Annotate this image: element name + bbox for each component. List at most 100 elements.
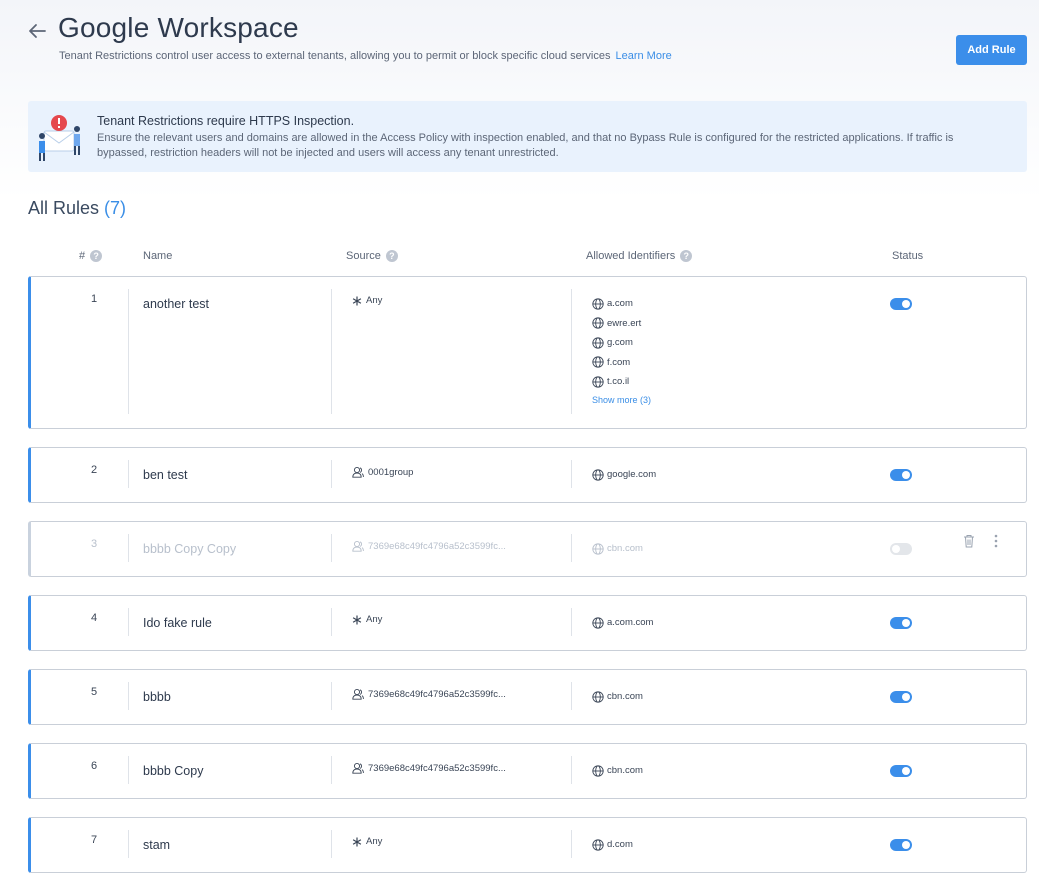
- column-divider: [128, 756, 129, 784]
- rule-row[interactable]: 2 ben test 0001group google.com: [28, 447, 1027, 503]
- identifier-item: a.com.com: [592, 613, 653, 633]
- identifier-label: ewre.ert: [607, 317, 642, 329]
- rule-row[interactable]: 4 Ido fake rule Any a.com.com: [28, 595, 1027, 651]
- identifier-item: t.co.il: [592, 372, 651, 392]
- rule-name[interactable]: ben test: [143, 468, 187, 482]
- back-arrow-icon[interactable]: [26, 20, 48, 42]
- help-icon[interactable]: ?: [680, 250, 693, 262]
- column-divider: [331, 682, 332, 710]
- globe-icon: [592, 765, 604, 777]
- identifier-label: cbn.com: [607, 543, 643, 555]
- status-toggle[interactable]: [890, 691, 912, 703]
- rule-source: 7369e68c49fc4796a52c3599fc...: [352, 540, 506, 552]
- column-label: Allowed Identifiers: [586, 250, 676, 262]
- globe-icon: [592, 691, 604, 703]
- globe-icon: [592, 317, 604, 329]
- column-divider: [331, 534, 332, 562]
- column-divider: [128, 534, 129, 562]
- globe-icon: [592, 356, 604, 368]
- show-more-link[interactable]: Show more (3): [592, 395, 651, 405]
- identifier-label: g.com: [607, 337, 633, 349]
- column-divider: [571, 756, 572, 784]
- page-header: Google Workspace Tenant Restrictions con…: [0, 0, 1039, 90]
- asterisk-icon: [352, 837, 362, 846]
- identifier-item: d.com: [592, 835, 633, 855]
- rule-source: 7369e68c49fc4796a52c3599fc...: [352, 762, 506, 774]
- help-icon[interactable]: ?: [385, 250, 398, 262]
- globe-icon: [592, 337, 604, 349]
- column-divider: [128, 460, 129, 488]
- identifier-label: cbn.com: [607, 765, 643, 777]
- rule-number: 4: [90, 612, 98, 624]
- globe-icon: [592, 617, 604, 629]
- column-divider: [571, 830, 572, 858]
- identifier-label: f.com: [607, 356, 631, 368]
- rule-name[interactable]: bbbb: [143, 690, 171, 704]
- rules-count: (7): [104, 198, 127, 218]
- rule-name[interactable]: bbbb Copy: [143, 764, 203, 778]
- column-divider: [331, 608, 332, 636]
- trash-icon[interactable]: [963, 534, 975, 548]
- column-divider: [571, 534, 572, 562]
- source-label: 7369e68c49fc4796a52c3599fc...: [368, 762, 506, 774]
- column-header-status: Status: [892, 250, 923, 262]
- source-label: 7369e68c49fc4796a52c3599fc...: [368, 540, 506, 552]
- status-toggle[interactable]: [890, 298, 912, 310]
- asterisk-icon: [352, 615, 362, 624]
- rule-number: 6: [90, 760, 98, 772]
- identifier-label: a.com.com: [607, 617, 654, 629]
- globe-icon: [592, 376, 604, 388]
- status-toggle[interactable]: [890, 765, 912, 777]
- rule-number: 1: [90, 293, 98, 305]
- add-rule-button[interactable]: Add Rule: [956, 35, 1027, 65]
- identifier-list: google.com: [592, 465, 656, 485]
- identifier-item: a.com: [592, 294, 651, 314]
- more-vertical-icon[interactable]: [991, 534, 1001, 548]
- rule-source: Any: [352, 295, 382, 306]
- rule-source: 7369e68c49fc4796a52c3599fc...: [352, 688, 506, 700]
- status-toggle[interactable]: [890, 617, 912, 629]
- status-toggle[interactable]: [890, 543, 912, 555]
- page-title: Google Workspace: [58, 12, 299, 43]
- column-label: Name: [143, 250, 173, 262]
- rule-name[interactable]: stam: [143, 838, 170, 852]
- help-icon[interactable]: ?: [90, 250, 103, 262]
- column-divider: [331, 460, 332, 488]
- column-header-source: Source ?: [346, 250, 398, 262]
- column-header-name: Name: [143, 250, 172, 262]
- source-label: Any: [366, 614, 383, 625]
- page-subtitle: Tenant Restrictions control user access …: [59, 50, 672, 62]
- rule-row[interactable]: 6 bbbb Copy 7369e68c49fc4796a52c3599fc..…: [28, 743, 1027, 799]
- identifier-label: google.com: [607, 469, 657, 481]
- rule-source: Any: [352, 836, 382, 847]
- rule-name[interactable]: Ido fake rule: [143, 616, 212, 630]
- user-group-icon: [352, 688, 364, 700]
- column-label: Status: [892, 250, 924, 262]
- status-toggle[interactable]: [890, 469, 912, 481]
- subtitle-text: Tenant Restrictions control user access …: [59, 50, 611, 62]
- column-divider: [571, 289, 572, 414]
- rule-row[interactable]: 5 bbbb 7369e68c49fc4796a52c3599fc... cbn…: [28, 669, 1027, 725]
- column-divider: [128, 608, 129, 636]
- identifier-list: d.com: [592, 835, 633, 855]
- identifier-label: a.com: [607, 298, 633, 310]
- rule-number: 2: [90, 464, 98, 476]
- learn-more-link[interactable]: Learn More: [615, 50, 671, 62]
- asterisk-icon: [352, 296, 362, 305]
- rule-row[interactable]: 7 stam Any d.com: [28, 817, 1027, 873]
- rule-row[interactable]: 1 another test Any a.com ewre.ert g.com …: [28, 276, 1027, 429]
- column-divider: [128, 830, 129, 858]
- globe-icon: [592, 543, 604, 555]
- column-divider: [331, 756, 332, 784]
- rule-name[interactable]: another test: [143, 297, 209, 311]
- column-divider: [571, 608, 572, 636]
- globe-icon: [592, 469, 604, 481]
- column-divider: [331, 289, 332, 414]
- identifier-list: cbn.com: [592, 761, 643, 781]
- banner-text: Ensure the relevant users and domains ar…: [97, 132, 954, 159]
- rule-source: Any: [352, 614, 382, 625]
- rule-name[interactable]: bbbb Copy Copy: [143, 542, 236, 556]
- status-toggle[interactable]: [890, 839, 912, 851]
- rule-row[interactable]: 3 bbbb Copy Copy 7369e68c49fc4796a52c359…: [28, 521, 1027, 577]
- column-header-number: # ?: [79, 250, 103, 262]
